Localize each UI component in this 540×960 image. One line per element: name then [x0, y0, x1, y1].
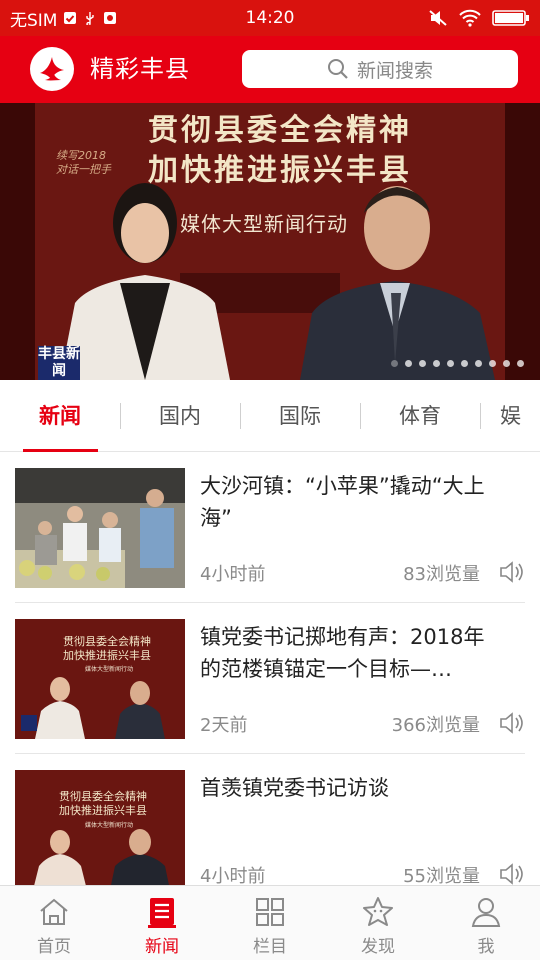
news-title[interactable]: 大沙河镇：“小苹果”撬动“大上海”: [200, 470, 505, 534]
carousel-dot[interactable]: [405, 360, 412, 367]
svg-text:媒体大型新闻行动: 媒体大型新闻行动: [85, 821, 133, 829]
tab-divider: [120, 403, 121, 429]
svg-text:贯彻县委全会精神: 贯彻县委全会精神: [63, 634, 151, 648]
news-thumbnail-image: 贯彻县委全会精神 加快推进振兴丰县 媒体大型新闻行动: [15, 619, 185, 739]
carousel-dots[interactable]: [391, 360, 524, 367]
news-item[interactable]: 贯彻县委全会精神 加快推进振兴丰县 媒体大型新闻行动 首羡镇党委书记访谈 4小时…: [0, 754, 540, 885]
news-time: 2天前: [200, 715, 248, 736]
news-time: 4小时前: [200, 564, 266, 585]
nav-columns-label: 栏目: [253, 937, 287, 957]
nav-me[interactable]: 我: [432, 886, 540, 960]
nav-columns[interactable]: 栏目: [216, 886, 324, 960]
search-box[interactable]: 新闻搜索: [242, 50, 518, 88]
grid-icon: [256, 898, 284, 926]
banner-title: 贯彻县委全会精神 加快推进振兴丰县: [148, 111, 412, 191]
carousel-dot[interactable]: [461, 360, 468, 367]
news-thumbnail[interactable]: [15, 468, 185, 588]
search-icon: [327, 59, 348, 79]
tab-news[interactable]: 新闻: [20, 380, 100, 452]
svg-text:媒体大型新闻行动: 媒体大型新闻行动: [85, 665, 133, 673]
news-views: 55浏览量: [403, 866, 480, 885]
nav-home-label: 首页: [37, 937, 71, 957]
carousel-dot[interactable]: [447, 360, 454, 367]
star-icon: [363, 897, 393, 926]
news-banner[interactable]: 续写2018 对话一把手 贯彻县委全会精神 加快推进振兴丰县 媒体大型新闻行动 丰…: [0, 103, 540, 380]
carousel-dot[interactable]: [489, 360, 496, 367]
carousel-dot[interactable]: [475, 360, 482, 367]
nav-news[interactable]: 新闻: [108, 886, 216, 960]
svg-text:加快推进振兴丰县: 加快推进振兴丰县: [59, 803, 147, 817]
news-thumbnail-image: [15, 468, 185, 588]
news-thumbnail[interactable]: 贯彻县委全会精神 加快推进振兴丰县 媒体大型新闻行动: [15, 619, 185, 739]
news-title[interactable]: 镇党委书记掷地有声：2018年的范楼镇锚定一个目标—…: [200, 621, 505, 685]
news-views: 83浏览量: [403, 564, 480, 585]
status-bar: 无SIM 14:20: [0, 0, 540, 36]
tab-divider: [240, 403, 241, 429]
app-header: 精彩丰县 新闻搜索: [0, 36, 540, 103]
tab-entertainment[interactable]: 娱: [500, 380, 540, 452]
audio-play-icon[interactable]: [498, 710, 524, 736]
banner-title-line2: 加快推进振兴丰县: [148, 153, 412, 188]
news-thumbnail-image: 贯彻县委全会精神 加快推进振兴丰县 媒体大型新闻行动: [15, 770, 185, 885]
nav-discover-label: 发现: [361, 937, 395, 957]
news-item[interactable]: 贯彻县委全会精神 加快推进振兴丰县 媒体大型新闻行动 镇党委书记掷地有声：201…: [0, 603, 540, 754]
tab-international[interactable]: 国际: [260, 380, 340, 452]
carousel-dot[interactable]: [517, 360, 524, 367]
news-thumbnail[interactable]: 贯彻县委全会精神 加快推进振兴丰县 媒体大型新闻行动: [15, 770, 185, 885]
svg-text:加快推进振兴丰县: 加快推进振兴丰县: [63, 648, 151, 662]
carousel-dot[interactable]: [503, 360, 510, 367]
nav-me-label: 我: [477, 937, 495, 957]
nav-news-label: 新闻: [145, 937, 179, 957]
carousel-dot[interactable]: [433, 360, 440, 367]
tab-sports[interactable]: 体育: [380, 380, 460, 452]
mute-icon: [429, 10, 447, 26]
banner-title-line1: 贯彻县委全会精神: [148, 113, 412, 148]
status-right: [428, 0, 530, 36]
banner-watermark: 续写2018 对话一把手: [56, 149, 111, 176]
app-title: 精彩丰县: [90, 55, 190, 83]
bottom-navigation: 首页 新闻 栏目 发现 我: [0, 885, 540, 960]
person-icon: [471, 898, 501, 927]
tab-divider: [360, 403, 361, 429]
tab-divider: [480, 403, 481, 429]
app-logo-icon[interactable]: [30, 47, 74, 91]
nav-discover[interactable]: 发现: [324, 886, 432, 960]
station-logo: 丰县新闻: [38, 346, 80, 380]
nav-home[interactable]: 首页: [0, 886, 108, 960]
banner-subtitle: 媒体大型新闻行动: [180, 212, 348, 236]
tab-domestic[interactable]: 国内: [140, 380, 220, 452]
svg-text:贯彻县委全会精神: 贯彻县委全会精神: [59, 789, 147, 803]
audio-play-icon[interactable]: [498, 861, 524, 885]
search-placeholder: 新闻搜索: [356, 59, 433, 82]
news-icon: [148, 898, 176, 928]
news-item[interactable]: 大沙河镇：“小苹果”撬动“大上海” 4小时前 83浏览量: [0, 452, 540, 603]
home-icon: [40, 898, 68, 925]
battery-icon: [492, 10, 529, 26]
category-tabs: 新闻 国内 国际 体育 娱: [0, 380, 540, 452]
news-time: 4小时前: [200, 866, 266, 885]
carousel-dot[interactable]: [391, 360, 398, 367]
carousel-dot[interactable]: [419, 360, 426, 367]
news-title[interactable]: 首羡镇党委书记访谈: [200, 772, 505, 804]
wifi-icon: [459, 9, 481, 27]
news-views: 366浏览量: [391, 715, 480, 736]
audio-play-icon[interactable]: [498, 559, 524, 585]
